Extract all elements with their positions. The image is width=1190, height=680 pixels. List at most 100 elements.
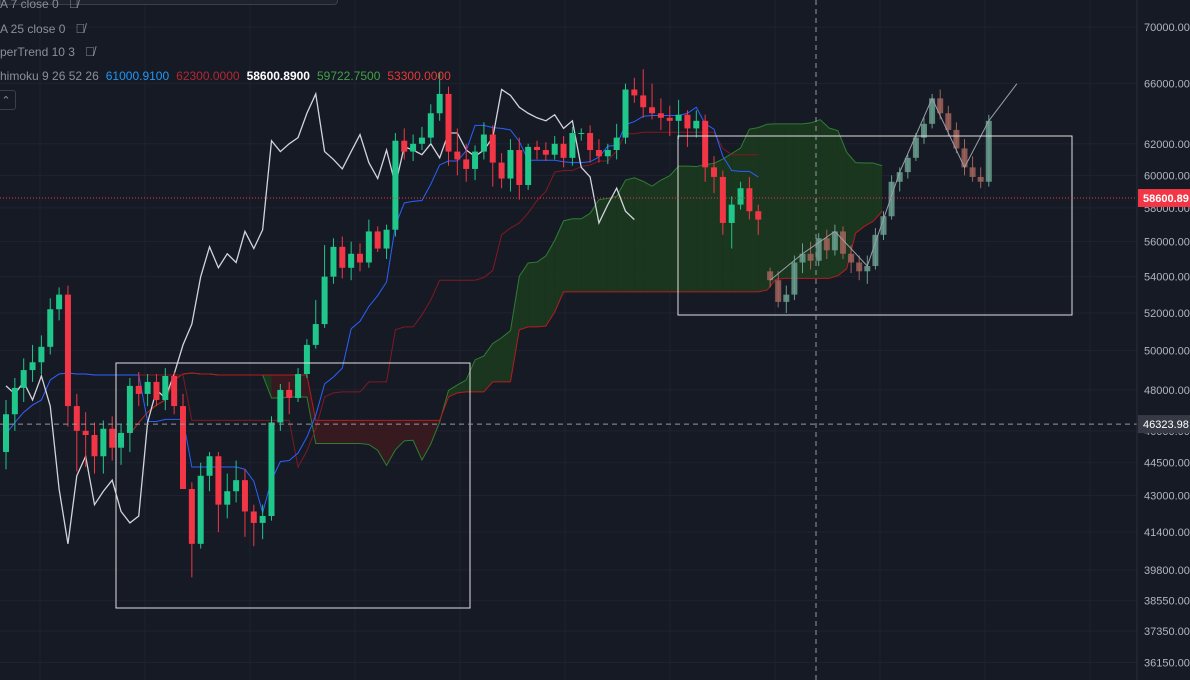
cloud-segment [678,166,688,292]
chart-background [0,0,1190,680]
eye-hidden-icon[interactable]: 👁̸ [75,21,85,36]
price-tick-label: 62000.00 [1144,139,1190,151]
price-tick-label: 66000.00 [1144,79,1190,91]
candle-body [542,150,549,155]
candle-body [321,276,328,325]
candle-body [454,151,461,160]
candle-body [277,389,284,423]
candle-body [498,162,505,179]
candle[interactable] [268,416,275,521]
candle-body [383,229,390,249]
candle[interactable] [525,143,532,190]
candle[interactable] [303,339,310,378]
candle-body [38,346,45,363]
candle-body [728,204,735,223]
cloud-segment [501,330,511,382]
candle-body [268,422,275,517]
candle-body [91,435,98,457]
candle-body [312,324,319,345]
candle-body [587,132,594,151]
candle-body [126,385,133,433]
candle-body [339,246,346,268]
candle[interactable] [180,393,186,490]
candle-body [480,134,487,152]
candle-body [791,262,798,295]
legend-supertrend-label: perTrend 10 3 [0,44,75,59]
cloud-segment [660,175,670,292]
cloud-segment [829,128,838,279]
price-tick-label: 50000.00 [1144,346,1190,358]
eye-hidden-icon[interactable]: 👁̸ [69,0,79,11]
candle-body [348,253,355,268]
candle-body [719,176,726,223]
legend-ichimoku-value-kijun: 62300.0000 [176,69,240,83]
candle-body [904,157,911,173]
legend-ma25-label: A 25 close 0 [0,21,66,36]
cloud-segment [404,420,414,441]
candle-body [188,489,195,544]
candle[interactable] [392,132,399,237]
candle-body [864,266,871,272]
candle-body [144,381,151,394]
cloud-segment [581,213,591,292]
cloud-segment [652,180,661,292]
candle-body [330,246,337,277]
cloud-segment [492,337,502,382]
candle-body [472,151,479,169]
candle-body [224,491,231,505]
candle-body [259,516,266,523]
price-tick-label: 36150.00 [1144,658,1190,670]
price-chart[interactable]: 70000.0066000.0062000.0060000.0058000.00… [0,0,1190,680]
candle-body [180,406,186,490]
candle-body [711,167,717,177]
candle-body [507,150,514,179]
legend-ichimoku-value-chikou: 58600.8900 [246,69,310,83]
candle-body [657,113,664,118]
candle-body [649,107,656,114]
legend-row-ichimoku[interactable]: himoku 9 26 52 26 61000.9100 62300.0000 … [0,69,451,83]
candle-body [418,137,425,144]
candle-body [595,150,602,157]
candle-body [569,132,576,158]
candle-body [109,428,116,448]
cloud-segment [758,124,768,292]
price-tick-label: 52000.00 [1144,308,1190,320]
candle-body [401,140,408,152]
cloud-segment [607,196,617,292]
cloud-segment [669,166,679,292]
candle-body [775,280,782,302]
price-tick-label: 39800.00 [1144,565,1190,577]
candle-body [969,167,976,177]
candle-body [64,294,71,407]
eye-hidden-icon[interactable]: 👁̸ [85,44,95,59]
price-axis[interactable]: 70000.0066000.0062000.0060000.0058000.00… [1136,0,1190,680]
chevron-up-icon[interactable]: ⌃ [0,90,16,110]
cloud-segment [475,355,484,392]
candle-body [365,231,372,263]
candle-body [463,159,470,169]
candle-body [888,181,895,217]
candle-body [206,456,213,476]
candle-body [286,389,293,398]
candle-body [445,93,452,152]
price-tick-label: 44500.00 [1144,458,1190,470]
candle-body [410,143,417,152]
candle-body [640,95,647,108]
candle-body [666,117,673,121]
legend-row-ma25[interactable]: A 25 close 0 👁̸ [0,21,85,36]
candle-body [295,374,302,398]
legend-row-ma7[interactable]: A 7 close 0 👁̸ [0,0,78,11]
candle[interactable] [64,285,71,427]
candle-body [684,114,691,129]
candle-body [675,114,682,121]
candle-body [961,148,968,168]
cloud-segment [837,130,847,276]
candle-body [303,344,310,375]
candle-body [100,428,107,457]
candle-body [73,406,80,431]
candle-body [56,294,63,310]
candle[interactable] [622,83,629,144]
candle-body [872,234,879,267]
legend-row-supertrend[interactable]: perTrend 10 3 👁̸ [0,44,95,59]
candle-body [118,432,125,448]
